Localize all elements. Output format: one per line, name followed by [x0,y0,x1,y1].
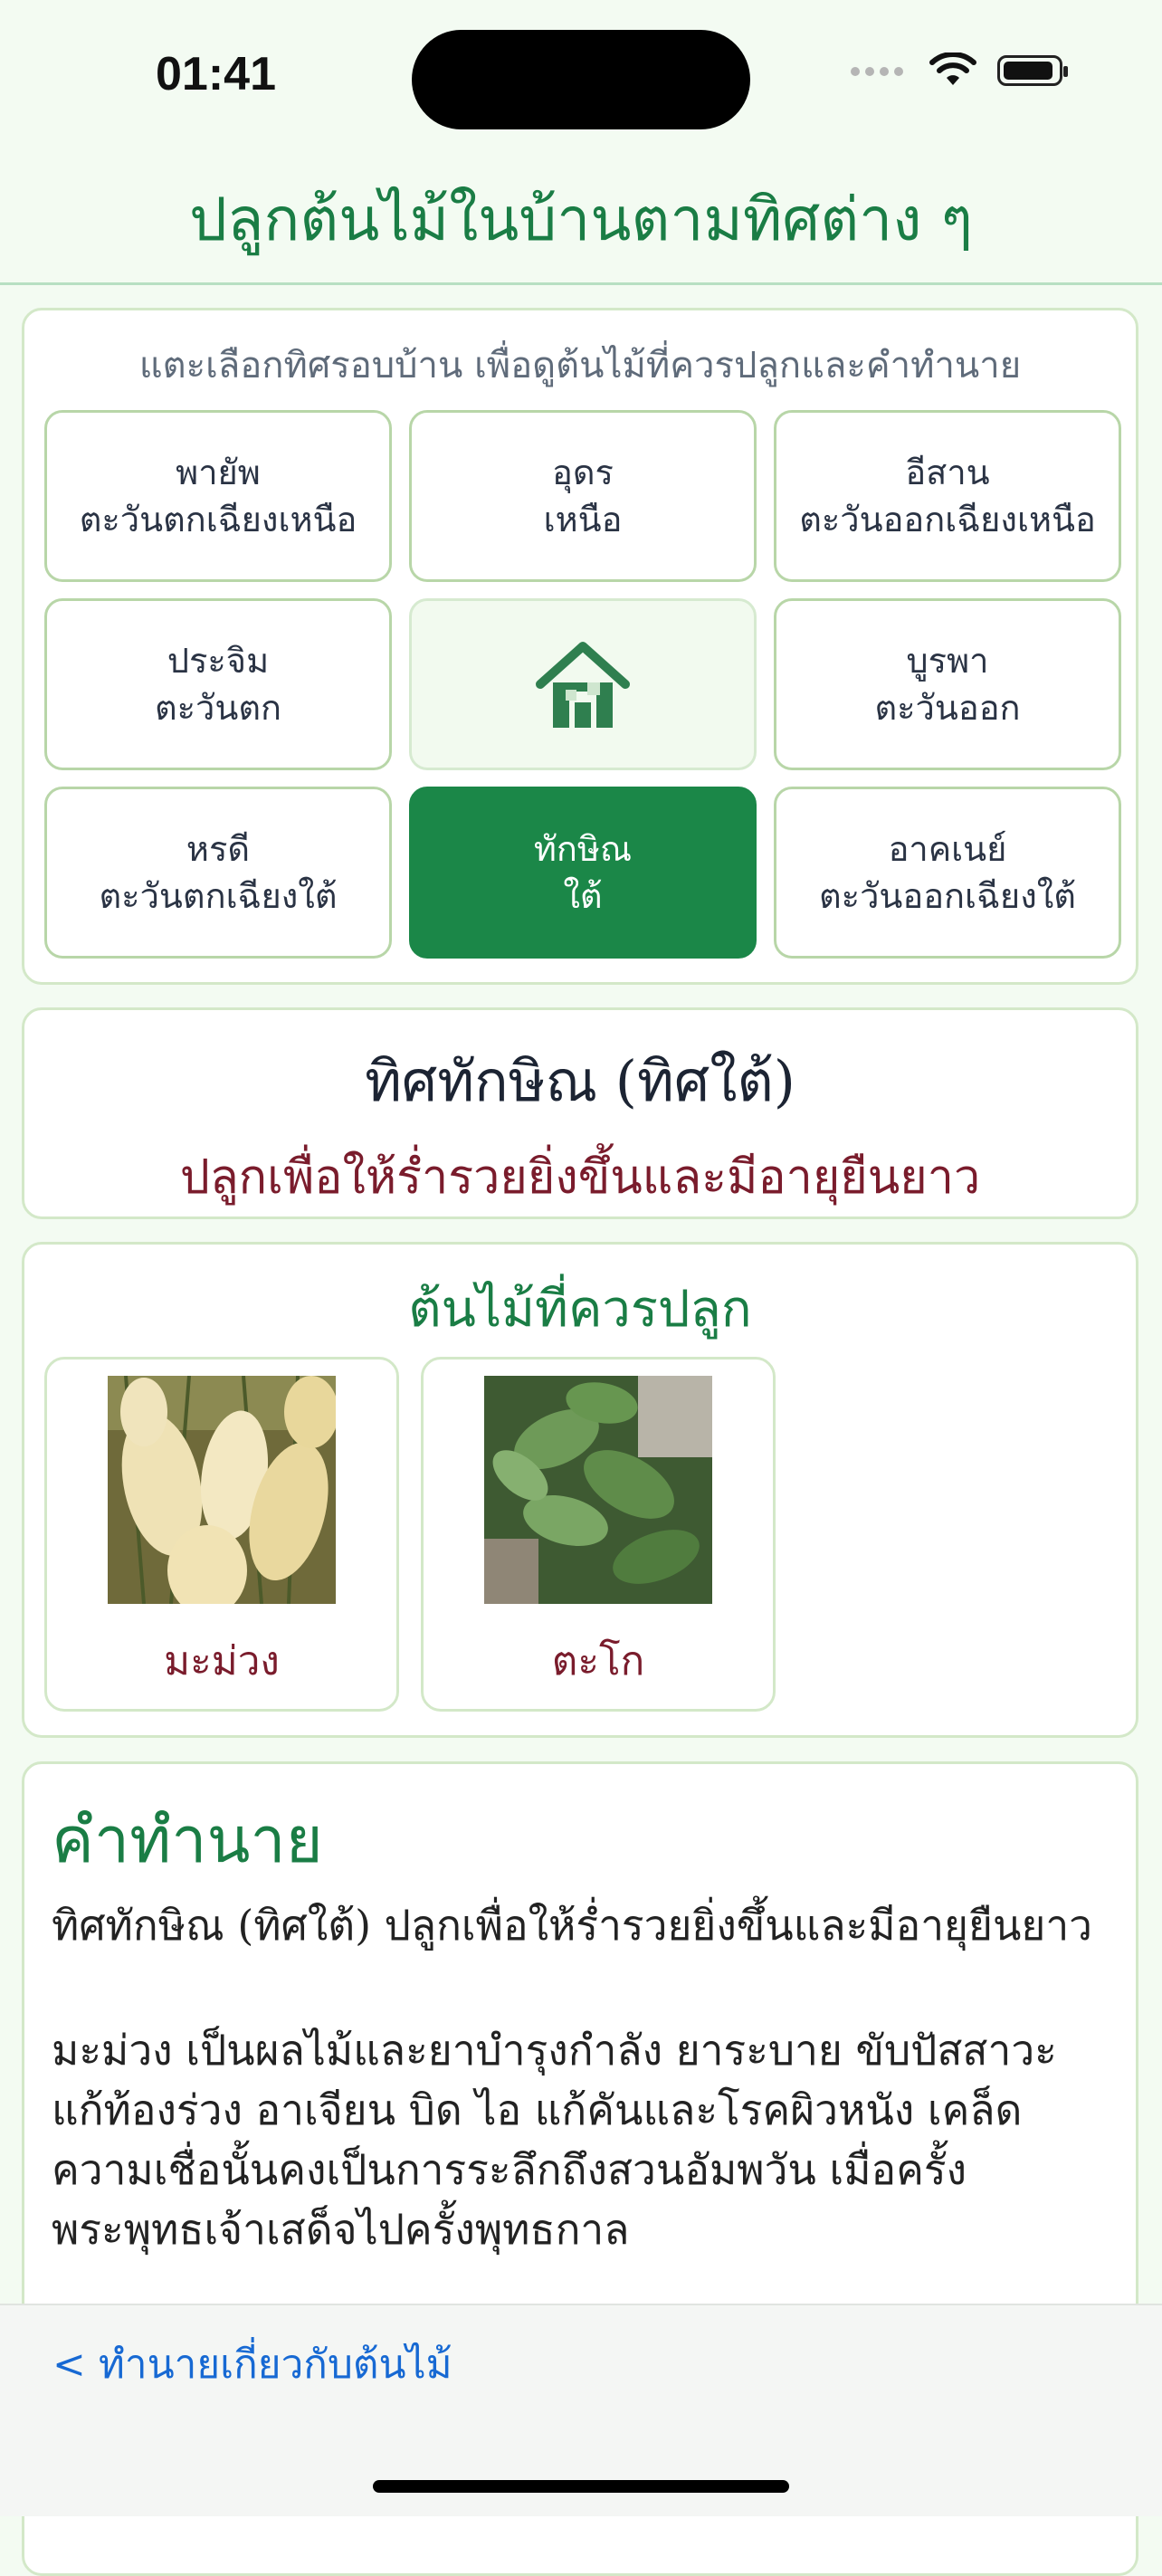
direction-sub: ตะวันตกเฉียงใต้ [99,876,338,916]
prediction-detail: มะม่วง เป็นผลไม้และยาบำรุงกำลัง ยาระบาย … [52,2026,1057,2254]
wifi-icon [929,52,976,85]
plant-name: ตะโก [551,1638,645,1684]
direction-sub: เหนือ [543,500,623,539]
direction-name: ประจิม [167,641,270,681]
direction-name: ทักษิณ [533,829,633,869]
direction-name: พายัพ [176,453,261,492]
direction-sub: ตะวันออกเฉียงเหนือ [799,500,1096,539]
page-title: ปลูกต้นไม้ในบ้านตามทิศต่าง ๆ [189,185,973,254]
mango-photo [108,1376,336,1604]
header-divider [0,282,1162,285]
direction-sub: ใต้ [563,876,603,916]
selected-direction-subtitle: ปลูกเพื่อให้ร่ำรวยยิ่งขึ้นและมีอายุยืนยา… [179,1150,981,1205]
signal-icon [851,62,909,80]
selected-direction-card: ทิศทักษิณ (ทิศใต้) ปลูกเพื่อให้ร่ำรวยยิ่… [22,1007,1138,1219]
direction-name: อีสาน [905,453,990,492]
home-indicator[interactable] [373,2480,789,2493]
direction-northwest-button[interactable]: พายัพ ตะวันตกเฉียงเหนือ [44,410,392,582]
plant-card-mango[interactable]: มะม่วง [44,1357,399,1712]
prediction-summary: ทิศทักษิณ (ทิศใต้) ปลูกเพื่อให้ร่ำรวยยิ่… [52,1901,1092,1950]
direction-southwest-button[interactable]: หรดี ตะวันตกเฉียงใต้ [44,787,392,959]
direction-sub: ตะวันตกเฉียงเหนือ [79,500,357,539]
direction-hint: แตะเลือกทิศรอบบ้าน เพื่อดูต้นไม้ที่ควรปล… [138,345,1022,386]
direction-northeast-button[interactable]: อีสาน ตะวันออกเฉียงเหนือ [774,410,1121,582]
house-icon [536,642,630,728]
direction-name: บูรพา [906,641,989,681]
selected-direction-title: ทิศทักษิณ (ทิศใต้) [365,1048,795,1114]
recommended-plants-card: ต้นไม้ที่ควรปลูก มะม่วง ตะโก [22,1242,1138,1738]
direction-sub: ตะวันออกเฉียงใต้ [819,876,1076,916]
direction-name: อาคเนย์ [888,829,1007,869]
direction-north-button[interactable]: อุดร เหนือ [409,410,757,582]
direction-southeast-button[interactable]: อาคเนย์ ตะวันออกเฉียงใต้ [774,787,1121,959]
back-link[interactable]: < ทำนายเกี่ยวกับต้นไม้ [52,2333,452,2396]
direction-selector-card: แตะเลือกทิศรอบบ้าน เพื่อดูต้นไม้ที่ควรปล… [22,308,1138,985]
direction-east-button[interactable]: บูรพา ตะวันออก [774,598,1121,770]
direction-name: หรดี [186,829,251,869]
plant-card-tako[interactable]: ตะโก [421,1357,776,1712]
prediction-title: คำทำนาย [52,1803,323,1877]
direction-name: อุดร [552,453,614,492]
status-icons [851,52,1068,89]
dynamic-island [412,30,750,129]
direction-sub: ตะวันออก [874,688,1021,728]
direction-west-button[interactable]: ประจิม ตะวันตก [44,598,392,770]
plants-title: ต้นไม้ที่ควรปลูก [408,1280,752,1339]
status-bar: 01:41 [0,0,1162,154]
status-time: 01:41 [156,48,276,100]
plant-name: มะม่วง [164,1638,280,1684]
battery-icon [997,55,1068,86]
direction-sub: ตะวันตก [154,688,282,728]
house-center-tile [409,598,757,770]
tako-leaves-photo [484,1376,712,1604]
direction-grid: พายัพ ตะวันตกเฉียงเหนือ อุดร เหนือ อีสาน… [44,410,1121,959]
plant-list: มะม่วง ตะโก [44,1357,776,1712]
direction-south-button[interactable]: ทักษิณ ใต้ [409,787,757,959]
